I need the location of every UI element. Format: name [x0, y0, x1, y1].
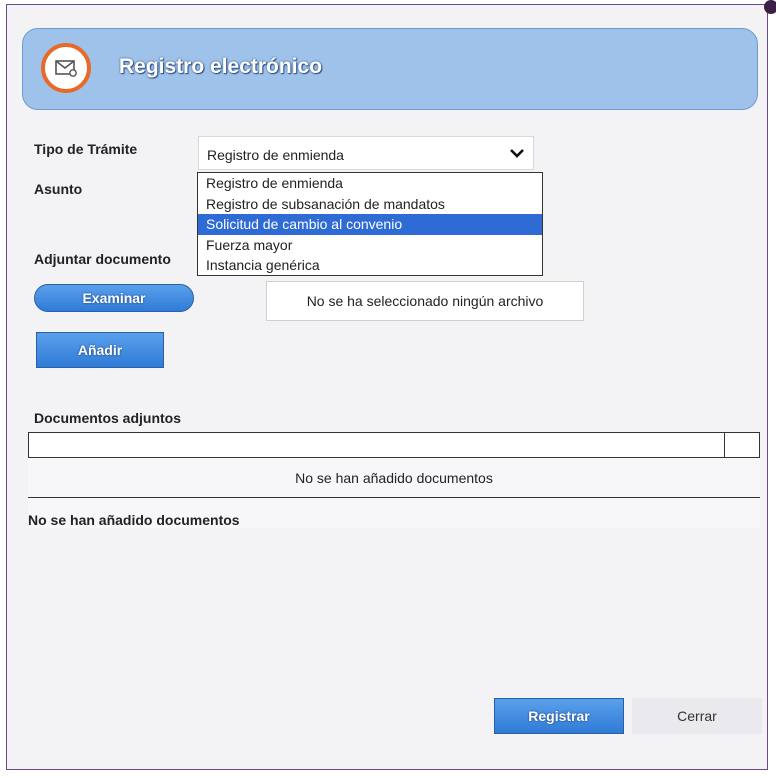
dropdown-option[interactable]: Instancia genérica	[198, 255, 542, 276]
tipo-tramite-label: Tipo de Trámite	[34, 141, 138, 157]
tipo-tramite-value: Registro de enmienda	[207, 147, 344, 163]
page-title: Registro electrónico	[119, 55, 323, 78]
close-icon[interactable]	[764, 0, 776, 14]
dropdown-option-selected[interactable]: Solicitud de cambio al convenio	[198, 214, 542, 235]
mail-certificate-icon	[41, 43, 91, 93]
anadir-button[interactable]: Añadir	[36, 332, 164, 368]
dialog-header: Registro electrónico	[22, 28, 758, 110]
dropdown-option[interactable]: Registro de enmienda	[198, 173, 542, 194]
asunto-label: Asunto	[34, 181, 83, 197]
tipo-tramite-dropdown: Registro de enmienda Registro de subsana…	[197, 172, 543, 276]
registrar-button[interactable]: Registrar	[494, 698, 624, 734]
documents-table-header	[28, 432, 760, 458]
examinar-button[interactable]: Examinar	[34, 284, 194, 312]
adjuntar-documento-label: Adjuntar documento	[34, 251, 171, 267]
documents-table-empty: No se han añadido documentos	[28, 458, 760, 498]
dropdown-option[interactable]: Fuerza mayor	[198, 235, 542, 256]
dropdown-option[interactable]: Registro de subsanación de mandatos	[198, 194, 542, 215]
cerrar-button[interactable]: Cerrar	[632, 698, 762, 734]
file-status: No se ha seleccionado ningún archivo	[266, 281, 584, 321]
tipo-tramite-select[interactable]: Registro de enmienda	[198, 136, 534, 170]
documents-empty-message: No se han añadido documentos	[28, 498, 760, 528]
chevron-down-icon	[510, 149, 524, 158]
column-divider	[724, 433, 725, 457]
registro-dialog	[6, 4, 768, 770]
documentos-adjuntos-title: Documentos adjuntos	[34, 410, 182, 426]
